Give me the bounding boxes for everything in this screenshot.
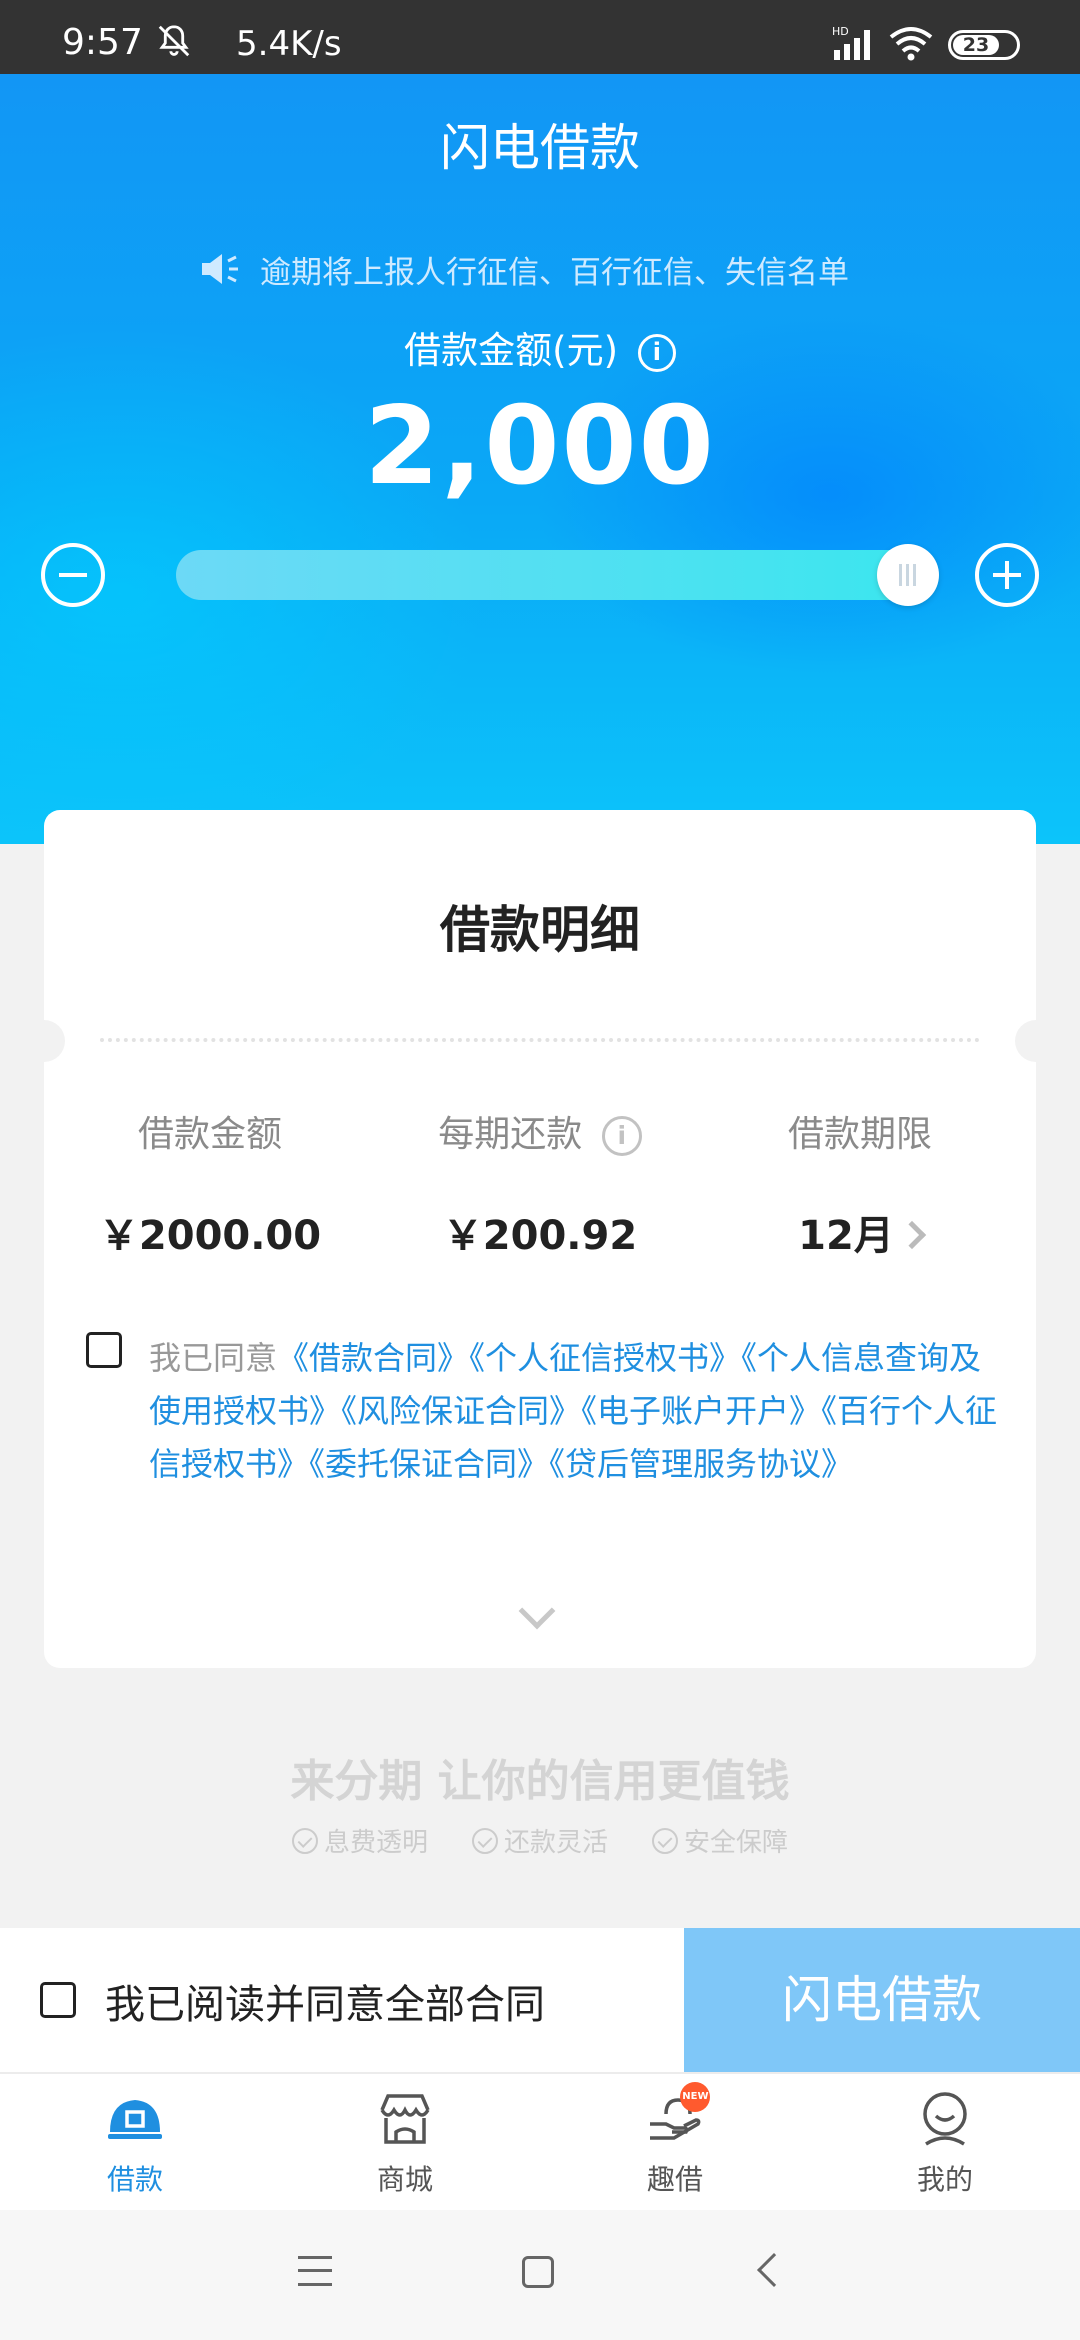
dotted-divider	[100, 1038, 980, 1042]
term-label: 借款期限	[787, 1114, 932, 1155]
speaker-icon	[202, 254, 238, 284]
tab-fun-loan[interactable]: NEW 趣借	[540, 2074, 810, 2210]
store-icon	[380, 2094, 430, 2144]
home-icon[interactable]	[522, 2256, 554, 2288]
tab-store[interactable]: 商城	[270, 2074, 540, 2210]
network-speed: 5.4K/s	[236, 24, 342, 64]
feature-label: 息费透明	[323, 1828, 428, 1858]
loan-detail-card: 借款明细 借款金额 ￥2000.00 每期还款 i ￥200.92 借款期限 1…	[23, 810, 1057, 1668]
tab-label: 我的	[916, 2163, 973, 2196]
check-circle-icon	[471, 1827, 498, 1854]
amount-slider-thumb[interactable]	[877, 544, 939, 606]
tab-loan[interactable]: 借款	[0, 2074, 270, 2210]
wifi-icon	[889, 27, 933, 61]
slogan-title: 来分期 让你的信用更值钱	[290, 1756, 790, 1807]
info-icon[interactable]: i	[601, 1116, 642, 1156]
installment-value: ￥200.92	[442, 1213, 638, 1259]
feature-item: 安全保障	[652, 1822, 788, 1859]
check-circle-icon	[291, 1827, 318, 1854]
page-title: 闪电借款	[440, 119, 640, 177]
card-notch-left	[23, 1020, 65, 1062]
installment-label: 每期还款	[438, 1114, 583, 1155]
loan-amount-label: 借款金额	[137, 1114, 282, 1155]
chevron-down-icon[interactable]	[518, 1592, 556, 1630]
agree-all-checkbox[interactable]	[40, 1982, 76, 2018]
bottom-action-bar: 我已阅读并同意全部合同 闪电借款	[0, 1928, 1080, 2072]
loan-amount-column: 借款金额 ￥2000.00	[60, 1105, 360, 1261]
chevron-right-icon	[897, 1220, 926, 1250]
system-nav-bar	[0, 2210, 1080, 2340]
contract-links[interactable]: 《借款合同》《个人征信授权书》《个人信息查询及使用授权书》《风险保证合同》《电子…	[149, 1339, 997, 1483]
agree-all-label[interactable]: 我已阅读并同意全部合同	[105, 1972, 545, 2030]
feature-item: 还款灵活	[471, 1822, 608, 1859]
tab-label: 趣借	[646, 2163, 703, 2196]
submit-loan-button[interactable]: 闪电借款	[684, 1928, 1080, 2072]
battery-level: 23	[953, 35, 999, 55]
agree-prefix: 我已同意	[149, 1339, 278, 1377]
loan-icon	[108, 2100, 162, 2139]
tab-label: 商城	[376, 2163, 433, 2196]
profile-icon	[923, 2092, 967, 2146]
info-icon[interactable]: i	[637, 333, 676, 372]
bottom-tab-bar: 借款 商城 NEW 趣借 我的	[0, 2072, 1080, 2210]
installment-label-row: 每期还款 i	[390, 1105, 690, 1157]
loan-amount-detail-value: ￥2000.00	[98, 1213, 322, 1259]
contract-agree-checkbox[interactable]	[86, 1332, 122, 1368]
term-selector[interactable]: 12月	[710, 1203, 1010, 1261]
loan-hero: 闪电借款 逾期将上报人行征信、百行征信、失信名单 借款金额(元) i 2,000	[0, 74, 1080, 844]
check-circle-icon	[652, 1827, 678, 1854]
feature-item: 息费透明	[291, 1822, 428, 1859]
term-value: 12月	[798, 1213, 894, 1259]
bell-muted-icon	[158, 25, 190, 57]
card-title: 借款明细	[440, 901, 640, 959]
menu-icon[interactable]	[298, 2256, 332, 2286]
contract-agreement-text: 我已同意《借款合同》《个人征信授权书》《个人信息查询及使用授权书》《风险保证合同…	[149, 1332, 1009, 1491]
amount-label: 借款金额(元) i	[0, 320, 1080, 374]
tab-label: 借款	[106, 2163, 163, 2196]
term-column[interactable]: 借款期限 12月	[710, 1105, 1010, 1261]
feature-label: 还款灵活	[503, 1828, 608, 1858]
tab-profile[interactable]: 我的	[810, 2074, 1080, 2210]
status-bar: 9:57 5.4K/s HD 23	[0, 0, 1080, 74]
status-time: 9:57	[62, 22, 143, 63]
installment-column: 每期还款 i ￥200.92	[390, 1105, 690, 1261]
notice-text: 逾期将上报人行征信、百行征信、失信名单	[260, 254, 849, 291]
notice-banner: 逾期将上报人行征信、百行征信、失信名单	[198, 244, 849, 294]
signal-icon: HD	[832, 25, 870, 60]
amount-slider-track[interactable]	[176, 550, 936, 600]
back-icon[interactable]	[757, 2253, 791, 2287]
feature-list: 息费透明 还款灵活 安全保障	[0, 1822, 1080, 1859]
amount-label-text: 借款金额(元)	[404, 329, 619, 372]
battery-icon: 23	[948, 30, 1020, 60]
increase-amount-button[interactable]	[975, 543, 1039, 607]
decrease-amount-button[interactable]	[41, 543, 105, 607]
feature-label: 安全保障	[684, 1828, 789, 1858]
loan-amount-value: 2,000	[364, 384, 716, 509]
network-type-label: HD	[832, 25, 849, 38]
card-notch-right	[1015, 1020, 1057, 1062]
